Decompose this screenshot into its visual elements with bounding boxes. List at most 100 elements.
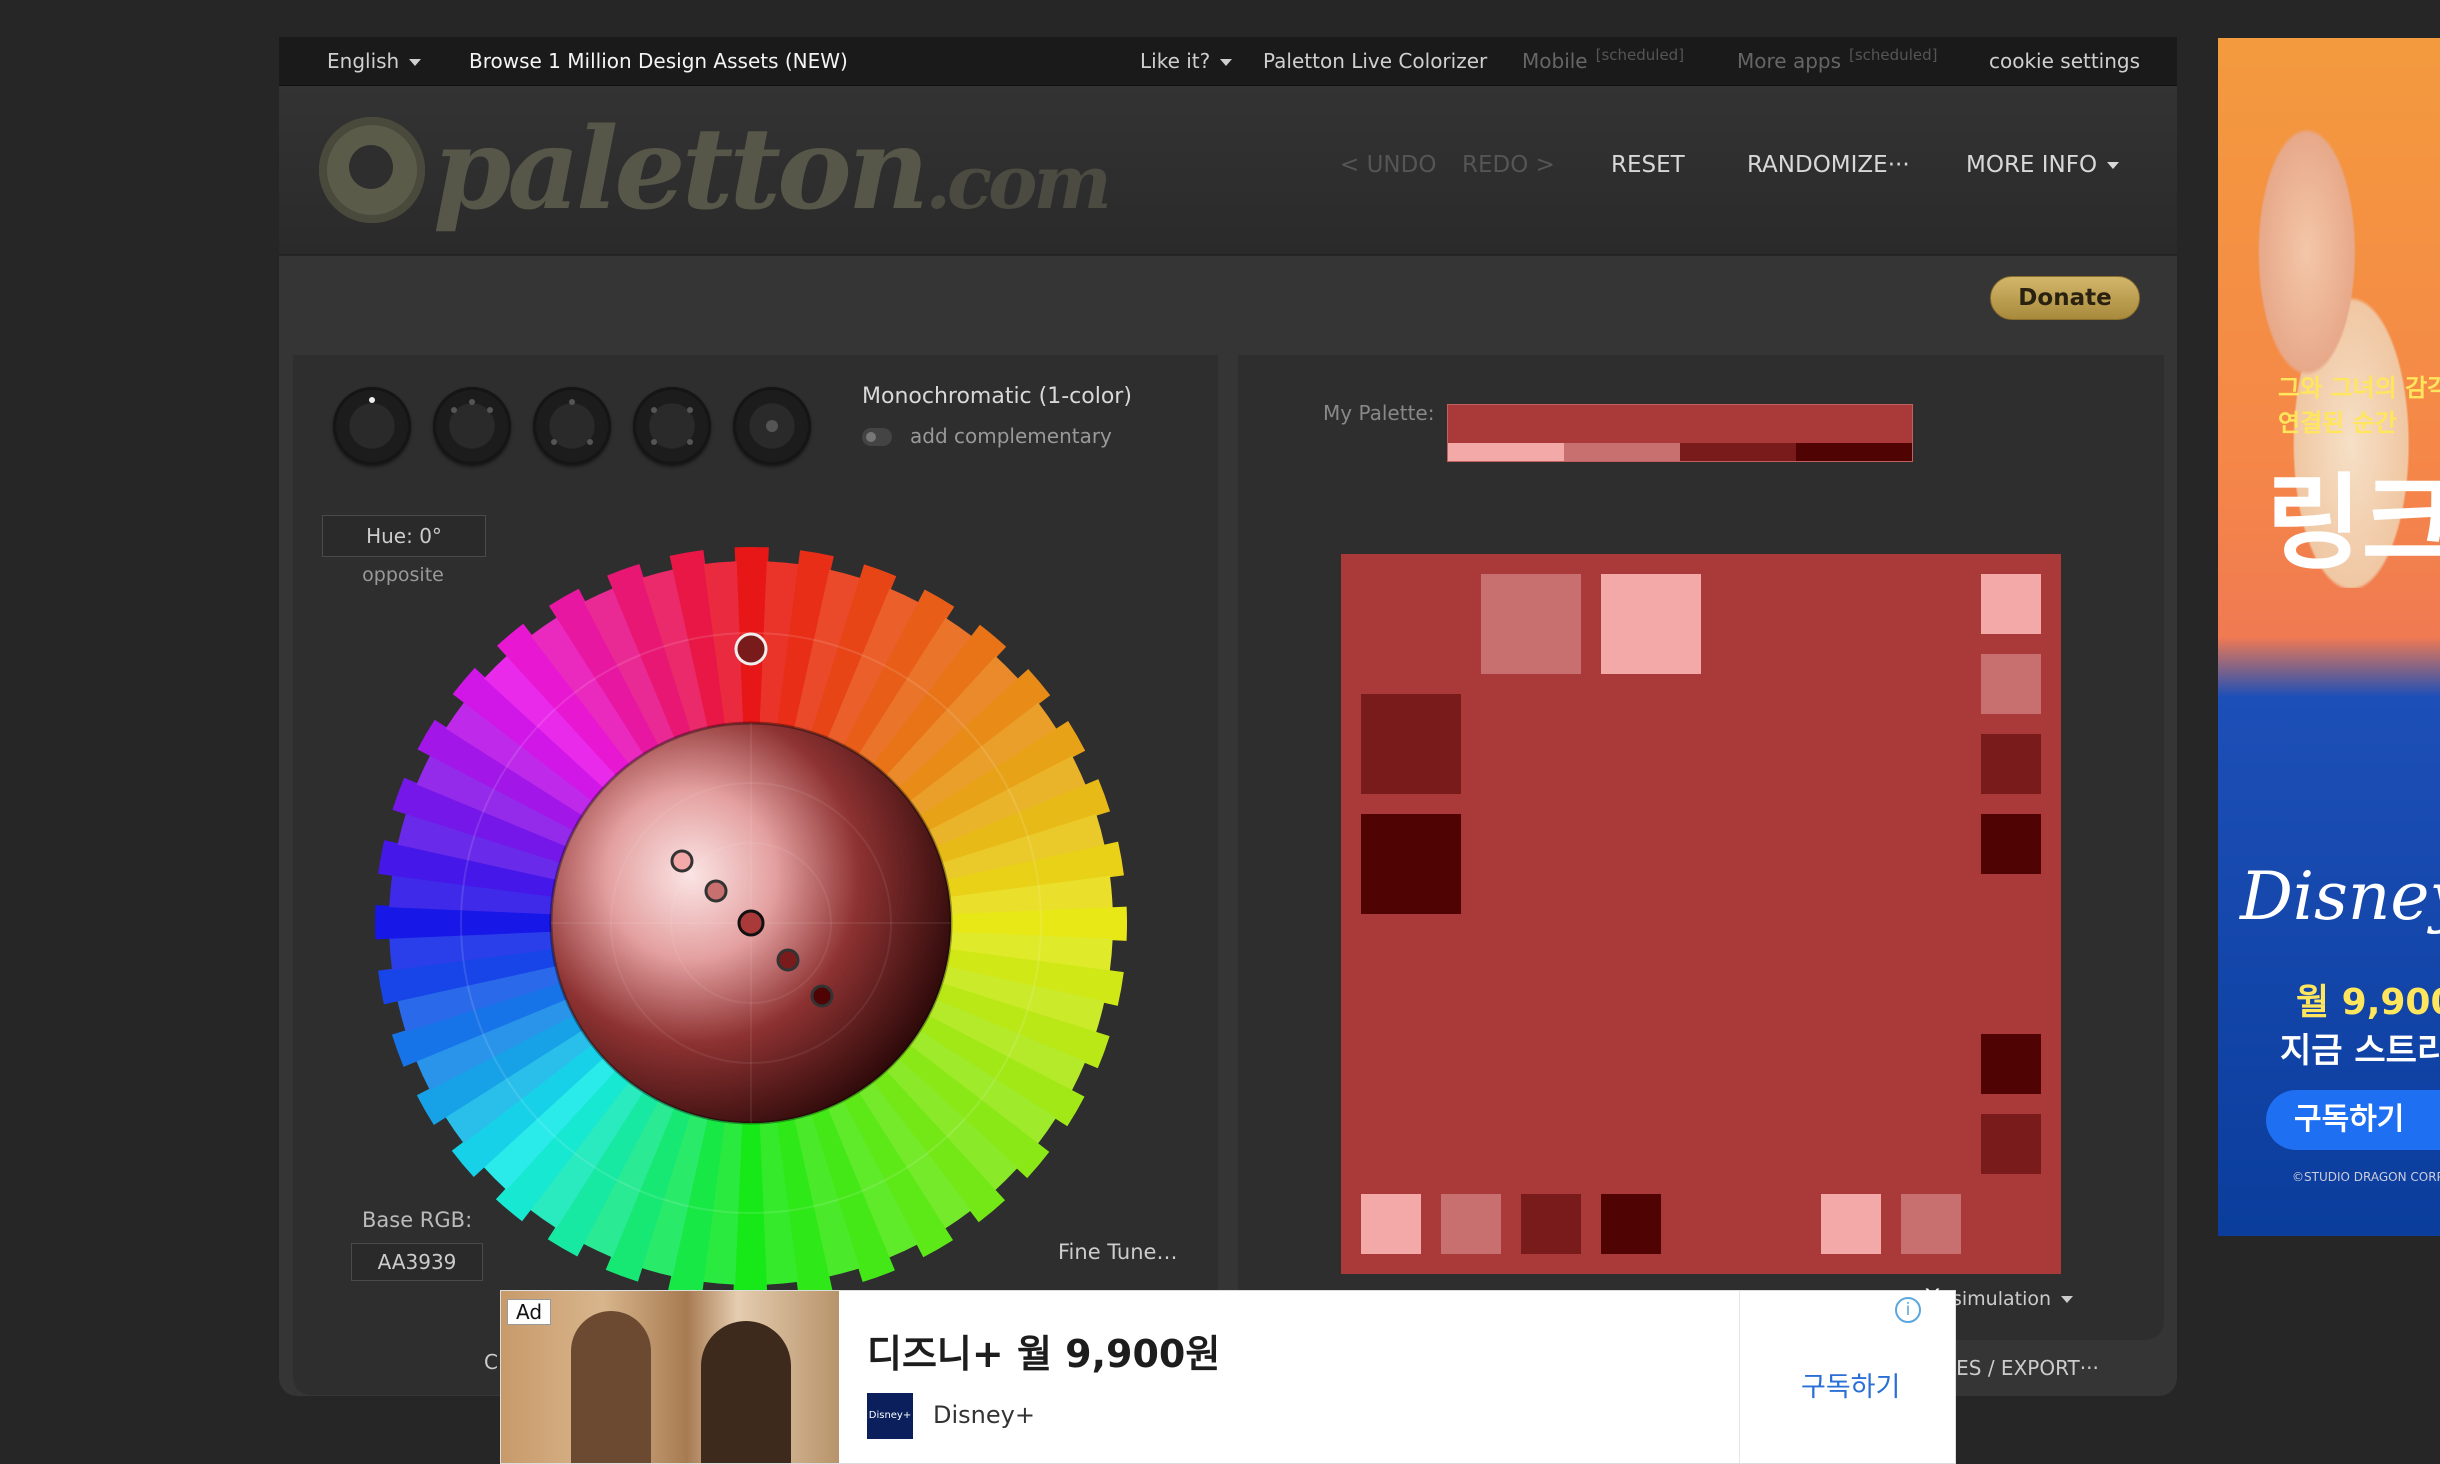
palette-preview[interactable] [1341, 554, 2061, 1274]
chevron-down-icon [2061, 1296, 2074, 1303]
mobile-link[interactable]: Mobile [scheduled] [1522, 37, 1684, 85]
ad-subscribe-button[interactable]: 구독하기 [1801, 1365, 1900, 1404]
side-advertisement[interactable]: 그와 그녀의 감각연결된 순간 링크 Disney 월 9,900원 지금 스트… [2218, 38, 2440, 1236]
redo-button[interactable]: REDO > [1462, 152, 1555, 178]
scheduled-badge: [scheduled] [1595, 46, 1685, 64]
scheme-triad-dial-icon[interactable] [533, 387, 611, 465]
fine-tune-button[interactable]: Fine Tune… [1058, 1240, 1177, 1264]
shade-handle[interactable] [776, 948, 800, 972]
shade-handle[interactable] [810, 984, 834, 1008]
tables-export-button[interactable]: LES / EXPORT··· [1945, 1356, 2099, 1380]
preview-swatch-light1[interactable] [1441, 1194, 1501, 1254]
base-rgb-input[interactable]: AA3939 [351, 1243, 483, 1281]
preview-swatch-light2[interactable] [1361, 1194, 1421, 1254]
preview-swatch-dark2[interactable] [1601, 1194, 1661, 1254]
preview-swatch-dark1[interactable] [1361, 694, 1461, 794]
preview-swatch-light1[interactable] [1981, 654, 2041, 714]
like-it-menu[interactable]: Like it? [1140, 37, 1233, 85]
dial-dot [569, 399, 575, 405]
logo-tld: .com [925, 140, 1111, 226]
shade-handle[interactable] [670, 849, 694, 873]
color-wheel[interactable] [369, 541, 1133, 1305]
scheme-title: Monochromatic (1-color) [862, 384, 1132, 409]
ad-info-icon[interactable]: i [1895, 1297, 1921, 1323]
palette-swatches [1448, 443, 1912, 461]
swatch-light2 [1448, 443, 1564, 461]
ad-person [571, 1311, 651, 1463]
undo-button[interactable]: < UNDO [1340, 152, 1436, 178]
logo-main: paletton [433, 104, 929, 235]
more-apps-link[interactable]: More apps [scheduled] [1737, 37, 1937, 85]
reset-button[interactable]: RESET [1611, 152, 1685, 178]
swatch-light1 [1564, 443, 1680, 461]
dial-dot [451, 407, 457, 413]
ad-divider [1739, 1291, 1740, 1463]
live-colorizer-link[interactable]: Paletton Live Colorizer [1263, 37, 1487, 85]
my-palette-label: My Palette: [1323, 401, 1435, 425]
bottom-advertisement[interactable]: Ad 디즈니+ 월 9,900원 Disney+ Disney+ 구독하기 [500, 1290, 1956, 1464]
shade-handle[interactable] [704, 879, 728, 903]
cookie-settings-link[interactable]: cookie settings [1989, 37, 2140, 85]
preview-swatch-light1[interactable] [1901, 1194, 1961, 1254]
ad-label: Ad [507, 1299, 552, 1325]
ad-headline[interactable]: 디즈니+ 월 9,900원 [867, 1323, 1220, 1378]
preview-swatch-light2[interactable] [1601, 574, 1701, 674]
more-info-menu[interactable]: MORE INFO [1966, 152, 2120, 178]
dial-dot [551, 439, 557, 445]
ad-tagline-line2: 연결된 순간 [2278, 409, 2397, 437]
partially-hidden-label[interactable]: C [484, 1350, 498, 1374]
vision-simulation-label: simulation [1952, 1288, 2052, 1310]
ad-close-icon[interactable]: X [1924, 1284, 1940, 1312]
paletton-logo[interactable]: paletton.com [319, 100, 1112, 240]
randomize-button[interactable]: RANDOMIZE··· [1747, 152, 1910, 178]
preview-swatch-dark1[interactable] [1521, 1194, 1581, 1254]
ad-subscribe-button[interactable]: 구독하기 [2266, 1090, 2440, 1150]
vision-simulation-menu[interactable]: simulation [1952, 1288, 2074, 1310]
gear-icon [766, 420, 778, 432]
ad-person [701, 1321, 791, 1463]
ad-photo: Ad [501, 1291, 839, 1463]
language-selector[interactable]: English [327, 37, 422, 85]
disney-logo: Disney [2240, 858, 2440, 935]
scheme-free-dial-icon[interactable] [733, 387, 811, 465]
donate-button[interactable]: Donate [1990, 276, 2140, 320]
more-apps-label: More apps [1737, 49, 1842, 73]
preview-swatch-dark2[interactable] [1981, 814, 2041, 874]
my-palette-strip[interactable] [1447, 404, 1913, 462]
mobile-label: Mobile [1522, 49, 1588, 73]
preview-swatch-dark1[interactable] [1981, 1114, 2041, 1174]
swatch-dark1 [1680, 443, 1796, 461]
swatch-dark2 [1796, 443, 1912, 461]
dial-dot [487, 407, 493, 413]
browse-assets-link[interactable]: Browse 1 Million Design Assets (NEW) [469, 37, 848, 85]
dial-dot [369, 397, 375, 403]
hue-handle[interactable] [734, 632, 768, 666]
preview-swatch-dark1[interactable] [1981, 734, 2041, 794]
preview-swatch-dark2[interactable] [1361, 814, 1461, 914]
add-complementary-label[interactable]: add complementary [910, 424, 1112, 448]
ad-stream-text: 지금 스트리밍 [2280, 1031, 2440, 1071]
preview-swatch-light1[interactable] [1481, 574, 1581, 674]
ad-show-title: 링크 [2266, 462, 2440, 584]
preview-swatch-light2[interactable] [1821, 1194, 1881, 1254]
logo-mark-icon [319, 117, 425, 223]
base-rgb-label: Base RGB: [362, 1208, 473, 1232]
scheme-mono-dial-icon[interactable] [333, 387, 411, 465]
ad-copyright: ©STUDIO DRAGON CORPORATION [2292, 1170, 2440, 1184]
base-color-handle[interactable] [737, 909, 765, 937]
preview-swatch-light2[interactable] [1981, 574, 2041, 634]
site-header: paletton.com < UNDO REDO > RESET RANDOMI… [279, 86, 2177, 255]
preview-swatch-dark2[interactable] [1981, 1034, 2041, 1094]
add-complementary-toggle[interactable] [862, 428, 892, 446]
chevron-down-icon [409, 59, 422, 66]
language-label: English [327, 49, 400, 73]
top-nav-bar: English Browse 1 Million Design Assets (… [279, 37, 2177, 86]
dial-dot [687, 439, 693, 445]
like-it-label: Like it? [1140, 49, 1211, 73]
scheme-adjacent-dial-icon[interactable] [433, 387, 511, 465]
dial-dot [469, 399, 475, 405]
dial-dot [651, 407, 657, 413]
scheme-tetrad-dial-icon[interactable] [633, 387, 711, 465]
dial-dot [687, 407, 693, 413]
ad-tagline: 그와 그녀의 감각 연결된 순간 [2278, 368, 2440, 438]
